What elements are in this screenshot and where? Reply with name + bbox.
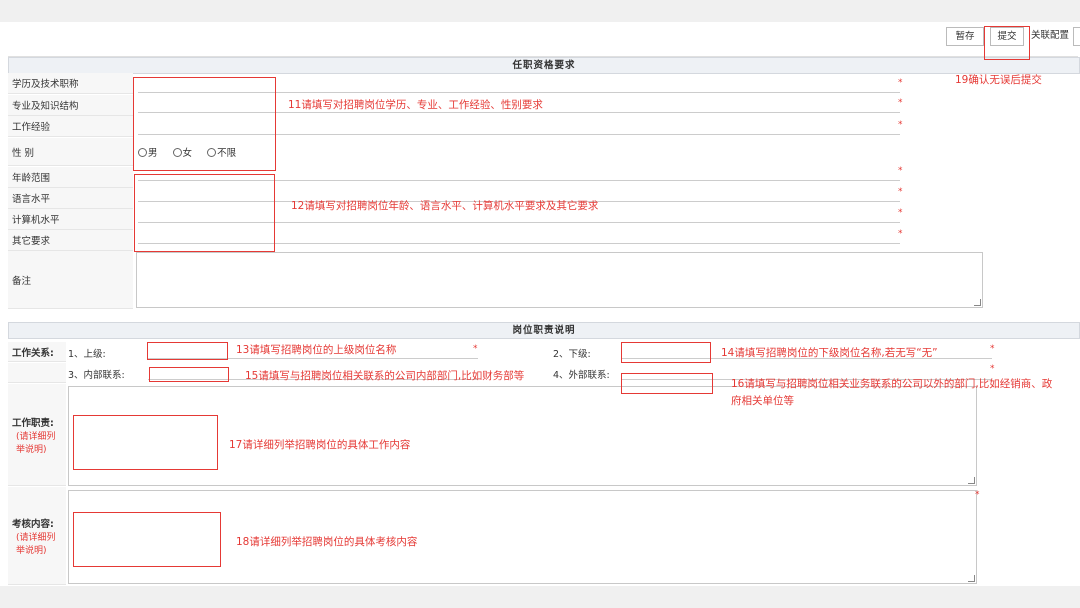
responsibilities-title: 工作职责: — [12, 417, 54, 429]
highlight-box — [149, 367, 229, 382]
assessment-label: 考核内容: (请详细列举说明) — [8, 487, 66, 585]
required-mark: * — [898, 166, 903, 176]
qualifications-header: 任职资格要求 — [8, 57, 1080, 74]
highlight-box — [134, 174, 275, 252]
highlight-box — [147, 342, 228, 360]
required-mark: * — [975, 490, 980, 500]
highlight-box — [133, 77, 276, 171]
required-mark: * — [990, 344, 995, 354]
language-label: 语言水平 — [8, 188, 133, 209]
annotation-18: 18请详细列举招聘岗位的具体考核内容 — [236, 536, 418, 548]
highlight-box — [73, 512, 221, 567]
remark-label: 备注 — [8, 251, 133, 309]
highlight-box-submit — [984, 26, 1030, 60]
highlight-box — [621, 342, 711, 363]
relation-blank — [8, 363, 66, 383]
annotation-16-line1: 16请填写与招聘岗位相关业务联系的公司以外的部门,比如经销商、政 — [731, 378, 1053, 390]
related-config-button[interactable]: 关联配置 — [1030, 27, 1070, 44]
annotation-17: 17请详细列举招聘岗位的具体工作内容 — [229, 439, 411, 451]
assessment-note: (请详细列举说明) — [16, 532, 56, 556]
age-label: 年龄范围 — [8, 167, 133, 188]
toolbar: 暂存 提交 关联配置 — [0, 22, 1080, 51]
responsibilities-label: 工作职责: (请详细列举说明) — [8, 384, 66, 486]
required-mark: * — [990, 364, 995, 374]
bottom-band — [0, 586, 1080, 608]
other-label: 其它要求 — [8, 230, 133, 251]
save-draft-button[interactable]: 暂存 — [946, 27, 984, 46]
highlight-box — [73, 415, 218, 470]
annotation-15: 15请填写与招聘岗位相关联系的公司内部部门,比如财务部等 — [245, 370, 525, 382]
experience-label: 工作经验 — [8, 116, 133, 137]
required-mark: * — [898, 78, 903, 88]
annotation-12: 12请填写对招聘岗位年龄、语言水平、计算机水平要求及其它要求 — [291, 200, 599, 212]
more-button[interactable] — [1073, 27, 1080, 46]
annotation-11: 11请填写对招聘岗位学历、专业、工作经验、性别要求 — [288, 99, 543, 111]
required-mark: * — [898, 229, 903, 239]
top-band — [0, 0, 1080, 22]
internal-label: 3、内部联系: — [68, 370, 125, 381]
prev-row — [8, 50, 1078, 57]
gender-label: 性 别 — [8, 138, 133, 166]
required-mark: * — [898, 120, 903, 130]
remark-textarea[interactable] — [136, 252, 983, 308]
work-relation-label: 工作关系: — [8, 342, 66, 362]
required-mark: * — [898, 208, 903, 218]
superior-label: 1、上级: — [68, 349, 106, 360]
annotation-13: 13请填写招聘岗位的上级岗位名称 — [236, 344, 397, 356]
responsibilities-note: (请详细列举说明) — [16, 431, 56, 455]
computer-label: 计算机水平 — [8, 209, 133, 230]
required-mark: * — [898, 187, 903, 197]
assessment-title: 考核内容: — [12, 518, 54, 530]
duties-header: 岗位职责说明 — [8, 322, 1080, 339]
required-mark: * — [473, 344, 478, 354]
annotation-19: 19确认无误后提交 — [955, 74, 1042, 86]
knowledge-label: 专业及知识结构 — [8, 95, 133, 116]
form-sheet: 任职资格要求 学历及技术职称 * 专业及知识结构 * 工作经验 * 性 别 男 … — [0, 26, 1080, 586]
annotation-14: 14请填写招聘岗位的下级岗位名称,若无写“无” — [721, 347, 938, 359]
annotation-16-line2: 府相关单位等 — [731, 395, 794, 407]
education-label: 学历及技术职称 — [8, 73, 133, 94]
required-mark: * — [898, 98, 903, 108]
subordinate-label: 2、下级: — [553, 349, 591, 360]
highlight-box — [621, 373, 713, 394]
external-label: 4、外部联系: — [553, 370, 610, 381]
